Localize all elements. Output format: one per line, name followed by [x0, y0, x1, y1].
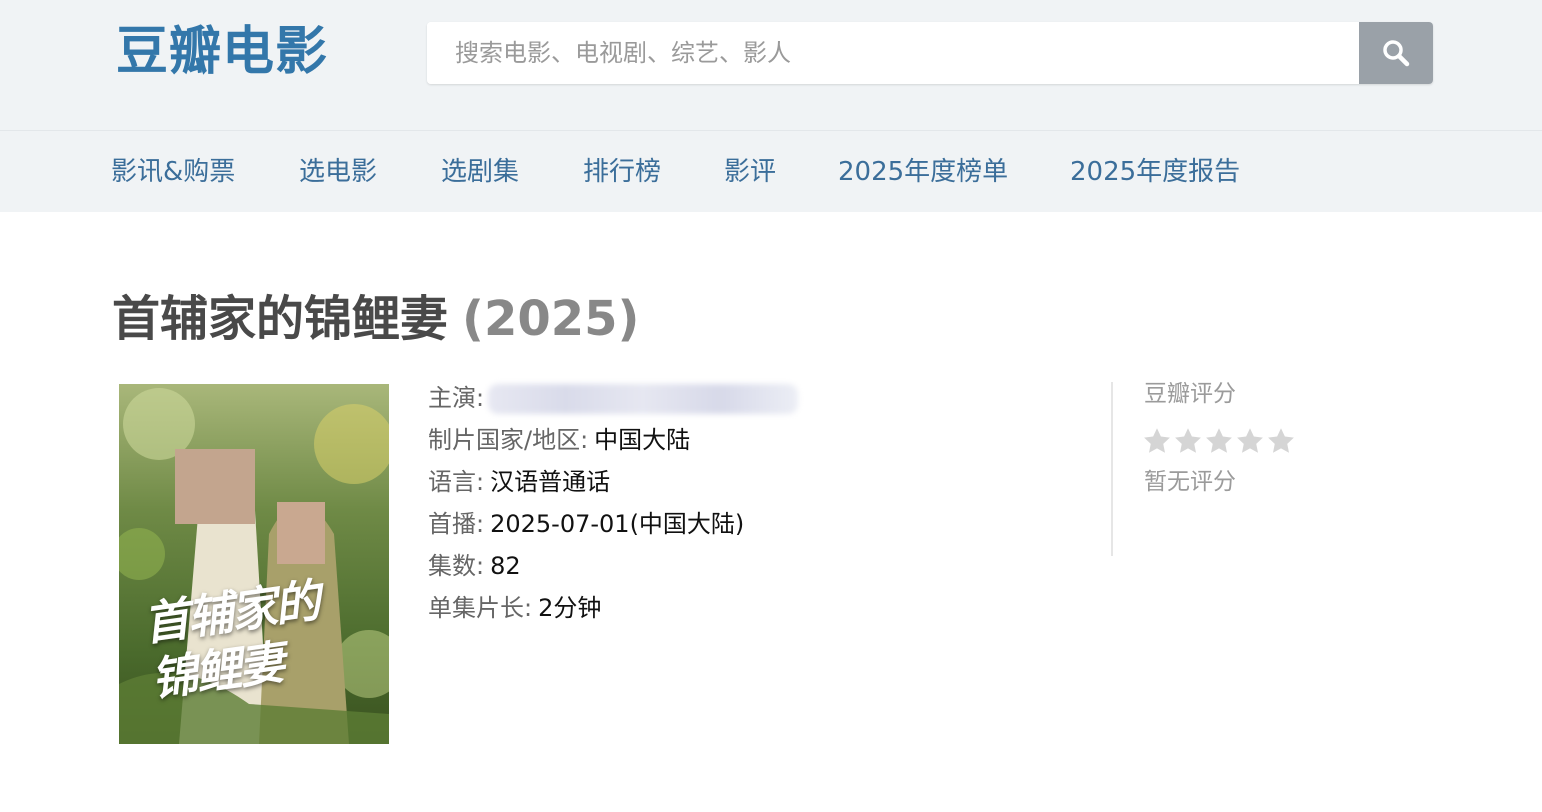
search-icon: [1383, 40, 1410, 67]
search-bar: [427, 22, 1433, 84]
rating-divider: [1111, 382, 1113, 556]
search-input[interactable]: [427, 22, 1359, 84]
cast-blurred: [488, 384, 799, 414]
star-icon: [1237, 428, 1263, 453]
nav-item-tv[interactable]: 选剧集: [441, 155, 519, 189]
nav-item-annual-report[interactable]: 2025年度报告: [1070, 155, 1240, 189]
page-title: 首辅家的锦鲤妻 (2025): [112, 286, 639, 352]
nav-item-annual-list[interactable]: 2025年度榜单: [838, 155, 1008, 189]
episodes-value: 82: [490, 552, 521, 580]
main-nav: 影讯&购票 选电影 选剧集 排行榜 影评 2025年度榜单 2025年度报告: [0, 130, 1542, 212]
runtime-value: 2分钟: [538, 594, 602, 622]
runtime-label: 单集片长:: [428, 594, 533, 622]
nav-item-reviews[interactable]: 影评: [724, 155, 776, 189]
cast-label: 主演:: [428, 384, 485, 412]
info-country: 制片国家/地区: 中国大陆: [428, 420, 690, 460]
star-icon: [1144, 428, 1170, 453]
premiere-value: 2025-07-01(中国大陆): [490, 510, 745, 538]
star-icon: [1206, 428, 1232, 453]
premiere-label: 首播:: [428, 510, 485, 538]
nav-item-charts[interactable]: 排行榜: [583, 155, 661, 189]
star-icon: [1268, 428, 1294, 453]
info-premiere: 首播: 2025-07-01(中国大陆): [428, 504, 744, 544]
info-runtime: 单集片长: 2分钟: [428, 588, 601, 628]
info-episodes: 集数: 82: [428, 546, 521, 586]
country-value: 中国大陆: [594, 426, 691, 454]
info-language: 语言: 汉语普通话: [428, 462, 610, 502]
no-rating-text: 暂无评分: [1144, 469, 1236, 495]
star-icon: [1175, 428, 1201, 453]
rating-label: 豆瓣评分: [1144, 381, 1236, 407]
poster-image[interactable]: 首辅家的 锦鲤妻: [119, 384, 389, 744]
site-logo[interactable]: 豆瓣电影: [116, 20, 328, 84]
subject-title: 首辅家的锦鲤妻: [112, 291, 449, 347]
subject-year: (2025): [462, 291, 640, 347]
rating-stars: [1142, 426, 1296, 456]
site-header: 豆瓣电影: [0, 0, 1542, 130]
info-cast: 主演:: [428, 378, 799, 418]
language-value: 汉语普通话: [490, 468, 611, 496]
search-button[interactable]: [1359, 22, 1433, 84]
nav-item-movies[interactable]: 选电影: [299, 155, 377, 189]
episodes-label: 集数:: [428, 552, 485, 580]
country-label: 制片国家/地区:: [428, 426, 589, 454]
nav-item-showtimes[interactable]: 影讯&购票: [111, 155, 235, 189]
language-label: 语言:: [428, 468, 485, 496]
